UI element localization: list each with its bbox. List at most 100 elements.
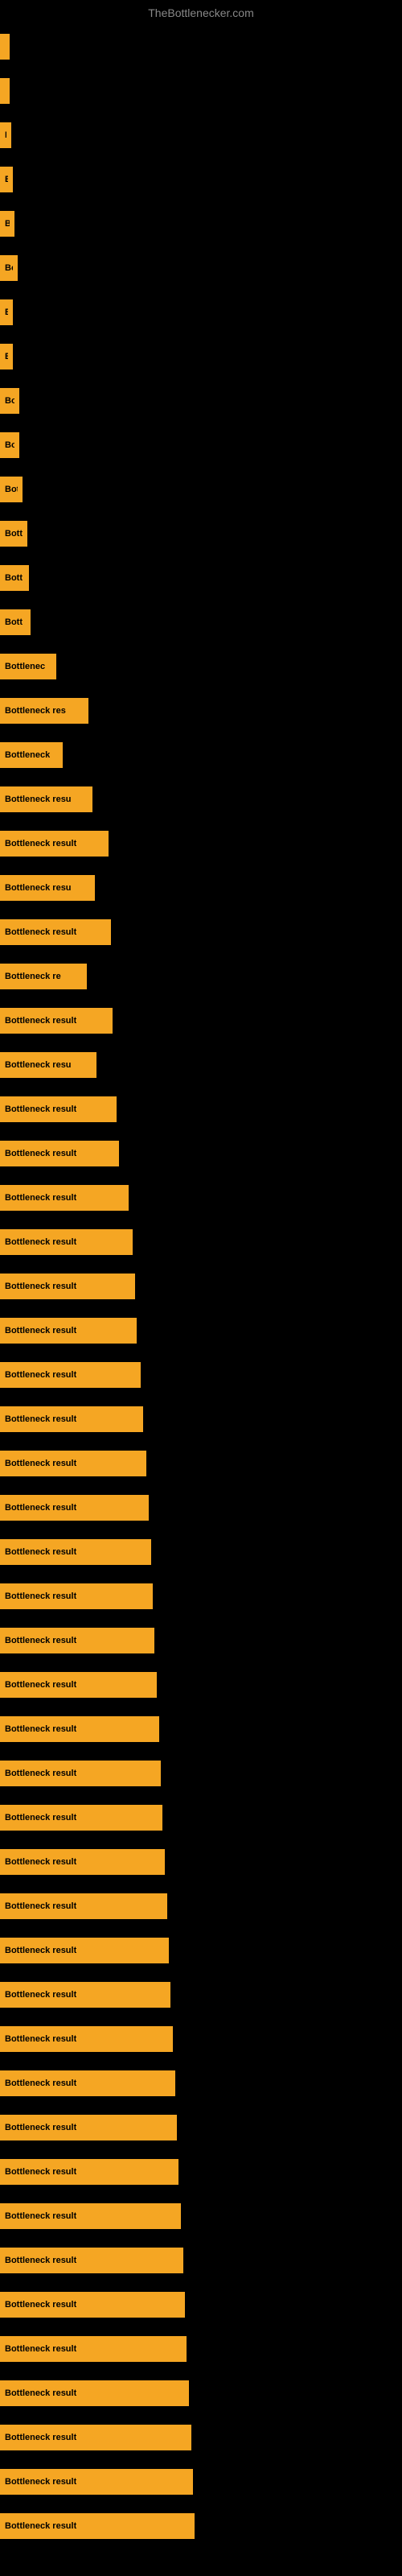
bar-row: Bottleneck result bbox=[0, 1707, 402, 1751]
bar-item: Bottleneck result bbox=[0, 1539, 151, 1565]
bar-item: Bottleneck result bbox=[0, 1406, 143, 1432]
bar-label: Bottleneck result bbox=[5, 839, 76, 848]
bar-label: Bottleneck result bbox=[5, 1370, 76, 1380]
bar-row: Bottleneck result bbox=[0, 1795, 402, 1839]
bar-row: Bottleneck result bbox=[0, 1751, 402, 1795]
bar-row: Bottleneck result bbox=[0, 2238, 402, 2282]
bar-row: Bottleneck result bbox=[0, 1220, 402, 1264]
bar-label: Bottlenec bbox=[5, 662, 45, 671]
bar-row: Bottleneck result bbox=[0, 2326, 402, 2371]
bar-label: Bottleneck result bbox=[5, 1680, 76, 1690]
bar-row: Bottleneck result bbox=[0, 2194, 402, 2238]
bar-label: Bottleneck result bbox=[5, 2211, 76, 2221]
bar-label: Bottleneck resu bbox=[5, 1060, 72, 1070]
bar-item: Bott bbox=[0, 565, 29, 591]
bar-item: Bottleneck result bbox=[0, 2070, 175, 2096]
bar-row: B bbox=[0, 157, 402, 201]
bar-row: Bottleneck result bbox=[0, 1530, 402, 1574]
bar-item: Bottleneck result bbox=[0, 1185, 129, 1211]
bar-row: Bottlenec bbox=[0, 644, 402, 688]
bar-row: B bbox=[0, 334, 402, 378]
bar-label: Bo bbox=[5, 263, 13, 273]
bar-label: Bottleneck result bbox=[5, 2079, 76, 2088]
bar-item: Bottleneck result bbox=[0, 2026, 173, 2052]
bar-label: Bottleneck result bbox=[5, 1857, 76, 1867]
bar-row: Bottleneck result bbox=[0, 2149, 402, 2194]
bar-item: Bottleneck result bbox=[0, 2336, 187, 2362]
bar-row: B bbox=[0, 201, 402, 246]
bar-label: Bottleneck result bbox=[5, 1282, 76, 1291]
bar-row: Bottleneck result bbox=[0, 2017, 402, 2061]
bar-label: Bo bbox=[5, 396, 14, 406]
bar-label: Bottleneck result bbox=[5, 1901, 76, 1911]
bar-item: Bo bbox=[0, 432, 19, 458]
bar-row: Bott bbox=[0, 511, 402, 555]
bar-item: Bot bbox=[0, 477, 23, 502]
bar-row: Bottleneck result bbox=[0, 2282, 402, 2326]
bar-label: Bottleneck bbox=[5, 750, 50, 760]
bar-item: B bbox=[0, 211, 14, 237]
bar-item: Bo bbox=[0, 388, 19, 414]
bar-item: Bottleneck result bbox=[0, 2115, 177, 2140]
bar-item: Bottleneck result bbox=[0, 2380, 189, 2406]
bar-row: Bo bbox=[0, 423, 402, 467]
bar-label: Bottleneck result bbox=[5, 1104, 76, 1114]
bar-item: Bottleneck result bbox=[0, 2292, 185, 2318]
bar-row: Bottleneck result bbox=[0, 2415, 402, 2459]
bar-row: Bottleneck result bbox=[0, 1972, 402, 2017]
bar-row: Bottleneck result bbox=[0, 1884, 402, 1928]
bar-label: Bottleneck result bbox=[5, 1769, 76, 1778]
bar-row: Bottleneck result bbox=[0, 1839, 402, 1884]
bar-row: Bottleneck bbox=[0, 733, 402, 777]
bar-row: Bottleneck resu bbox=[0, 777, 402, 821]
bar-row: Bottleneck result bbox=[0, 2504, 402, 2548]
bar-row: Bottleneck result bbox=[0, 2371, 402, 2415]
bar-label: Bottleneck result bbox=[5, 1016, 76, 1026]
bar-row: Bottleneck resu bbox=[0, 1042, 402, 1087]
bar-item: Bottleneck result bbox=[0, 1362, 141, 1388]
bar-label: Bott bbox=[5, 529, 23, 539]
bar-label: Bottleneck result bbox=[5, 1414, 76, 1424]
bar-row: Bot bbox=[0, 467, 402, 511]
bar-item: Bottleneck res bbox=[0, 698, 88, 724]
bar-label: Bottleneck result bbox=[5, 1636, 76, 1645]
bar-label: Bottleneck result bbox=[5, 1149, 76, 1158]
bar-item bbox=[0, 34, 10, 60]
bar-row: Bottleneck result bbox=[0, 1485, 402, 1530]
bar-label: B bbox=[5, 219, 10, 229]
bar-item: Bottleneck result bbox=[0, 2159, 178, 2185]
bar-item: Bottleneck result bbox=[0, 2425, 191, 2450]
bar-label: Bottleneck result bbox=[5, 2167, 76, 2177]
bar-row: Bottleneck result bbox=[0, 910, 402, 954]
bar-item: Bottleneck result bbox=[0, 1229, 133, 1255]
bar-label: Bottleneck result bbox=[5, 1990, 76, 2000]
bar-item: Bottleneck bbox=[0, 742, 63, 768]
bar-item: Bottleneck resu bbox=[0, 786, 92, 812]
bar-item: Bottleneck result bbox=[0, 2513, 195, 2539]
bar-row: Bottleneck result bbox=[0, 1397, 402, 1441]
bar-item: Bottleneck result bbox=[0, 1008, 113, 1034]
bar-row: Bottleneck re bbox=[0, 954, 402, 998]
bar-label: Bott bbox=[5, 573, 23, 583]
bar-item: Bottleneck result bbox=[0, 831, 109, 857]
bar-row: Bottleneck result bbox=[0, 2105, 402, 2149]
bar-label: Bottleneck result bbox=[5, 2477, 76, 2487]
bar-item: B bbox=[0, 122, 11, 148]
bar-row: Bottleneck result bbox=[0, 1175, 402, 1220]
bar-item: Bott bbox=[0, 609, 31, 635]
bar-label: Bottleneck re bbox=[5, 972, 61, 981]
bar-row: Bottleneck result bbox=[0, 1574, 402, 1618]
bar-item: Bottleneck result bbox=[0, 1583, 153, 1609]
bar-label: Bottleneck result bbox=[5, 927, 76, 937]
bar-item: Bottleneck result bbox=[0, 1495, 149, 1521]
bar-item: Bottleneck result bbox=[0, 1982, 170, 2008]
bar-row: Bottleneck result bbox=[0, 1264, 402, 1308]
bar-label: Bott bbox=[5, 617, 23, 627]
bar-label: B bbox=[5, 352, 8, 361]
bar-item: Bottleneck result bbox=[0, 1761, 161, 1786]
bar-item: Bottleneck result bbox=[0, 1938, 169, 1963]
bar-row bbox=[0, 24, 402, 68]
bar-row: Bott bbox=[0, 600, 402, 644]
bar-row: Bottleneck result bbox=[0, 1618, 402, 1662]
bar-label: Bottleneck result bbox=[5, 2300, 76, 2310]
